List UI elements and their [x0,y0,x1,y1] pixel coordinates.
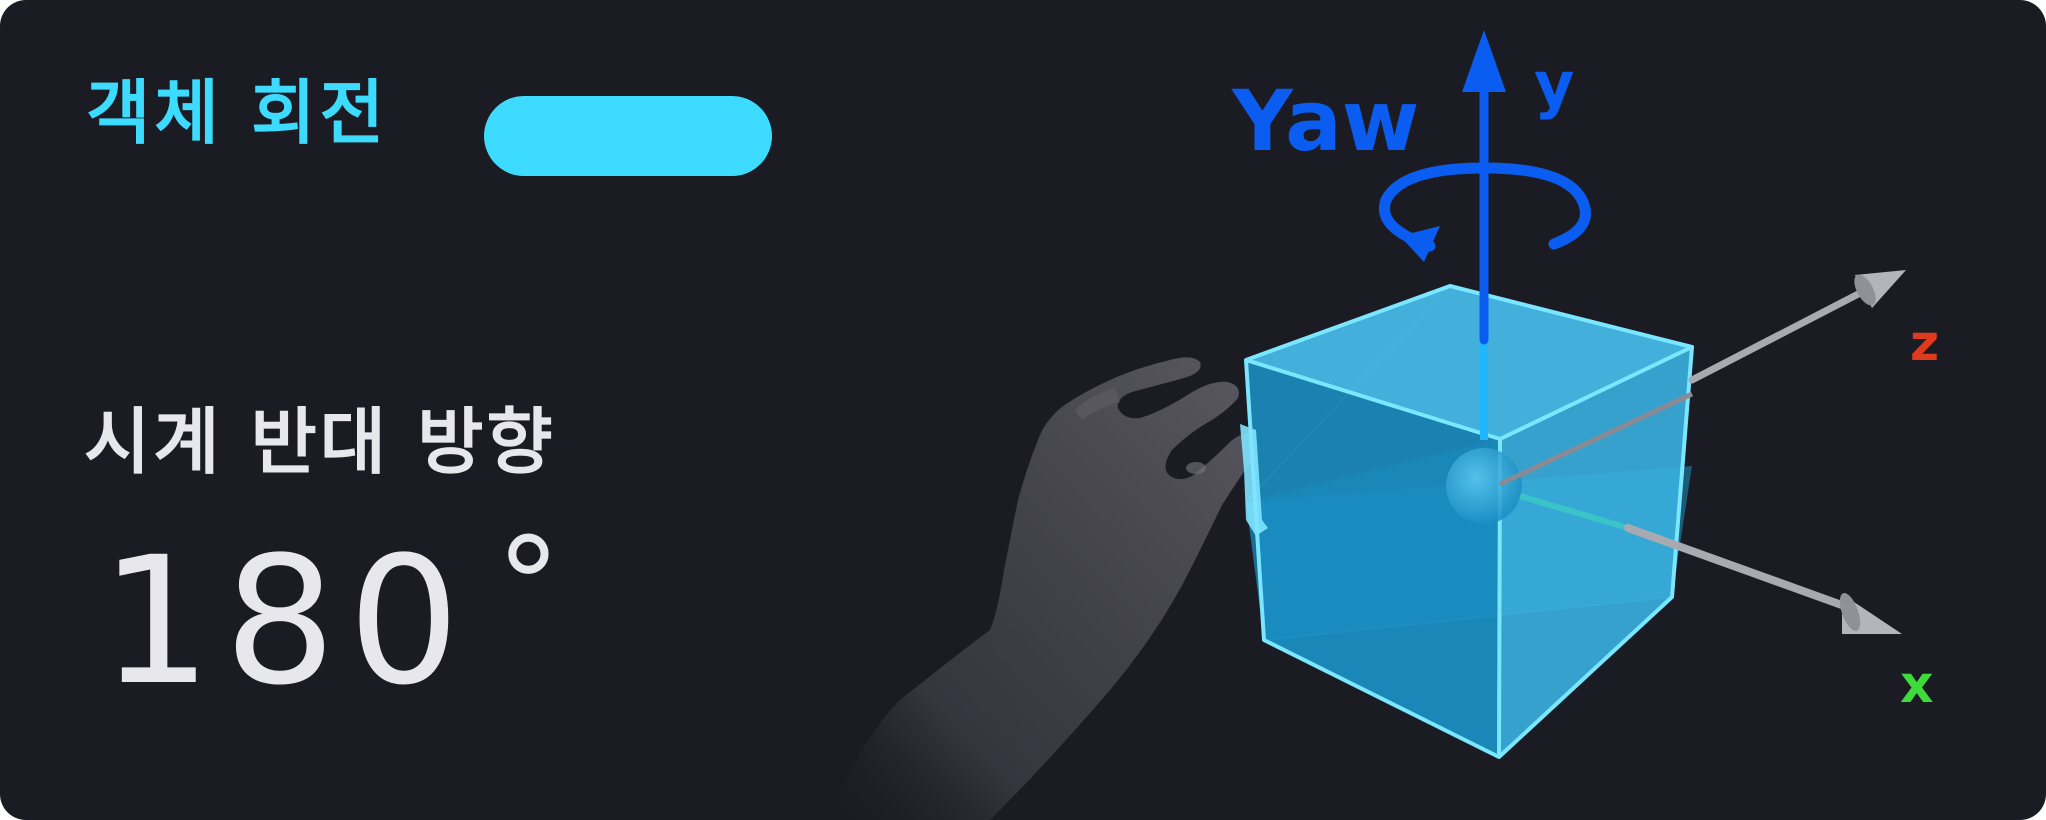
yaw-rotation-indicator: Yaw [1231,72,1591,262]
yaw-label: Yaw [1231,72,1419,170]
rotation-scene: z x y Yaw [830,30,1939,820]
pivot-sphere [1446,448,1522,524]
y-axis-label: y [1534,48,1574,121]
rotation-card: 객체 회전 시계 반대 방향 180 ° z x y Yaw [0,0,2046,820]
x-axis-label: x [1900,655,1934,715]
cube-3d [1240,284,1694,759]
z-axis-label: z [1910,314,1939,372]
hand-illustration [830,357,1258,820]
